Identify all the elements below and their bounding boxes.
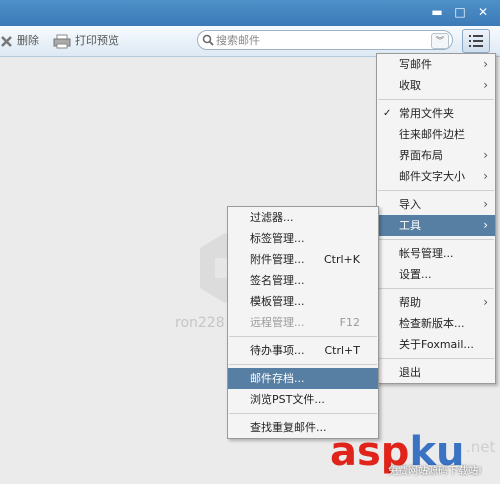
check-icon: ✓: [383, 108, 392, 119]
delete-label: 删除: [17, 34, 39, 47]
menu-item-label: 导入: [399, 198, 421, 211]
menu-item-settings[interactable]: 设置...: [377, 264, 495, 285]
menu-item-label: 模板管理...: [250, 295, 305, 308]
menu-item-label: 收取: [399, 79, 421, 92]
menu-item-label: 关于Foxmail...: [399, 338, 474, 351]
menu-item-label: 浏览PST文件...: [250, 393, 325, 406]
menu-item-about[interactable]: 关于Foxmail...: [377, 334, 495, 355]
menu-item-label: 待办事项...: [250, 344, 305, 357]
menu-item-remote-manage: 远程管理... F12: [228, 312, 378, 333]
watermark-subtitle: 免费网站源码下载站!: [388, 466, 483, 477]
menu-item-compose[interactable]: 写邮件 ›: [377, 54, 495, 75]
print-preview-button[interactable]: 打印预览: [53, 32, 119, 50]
menu-item-tag-manage[interactable]: 标签管理...: [228, 228, 378, 249]
menu-separator: [229, 413, 377, 414]
menu-item-tools[interactable]: 工具 ›: [377, 215, 495, 236]
delete-button[interactable]: 删除: [0, 32, 39, 50]
menu-separator: [378, 239, 494, 240]
menu-item-label: 常用文件夹: [399, 107, 454, 120]
menu-item-label: 远程管理...: [250, 316, 305, 329]
menu-item-label: 帮助: [399, 296, 421, 309]
menu-item-mail-archive[interactable]: 邮件存档...: [228, 368, 378, 389]
menu-item-common-folders[interactable]: ✓ 常用文件夹: [377, 103, 495, 124]
chevron-right-icon: ›: [483, 295, 488, 309]
menu-item-label: 签名管理...: [250, 274, 305, 287]
title-bar: ▬ □ ✕: [0, 0, 500, 26]
menu-item-exit[interactable]: 退出: [377, 362, 495, 383]
menu-item-label: 往来邮件边栏: [399, 128, 465, 141]
menu-item-label: 查找重复邮件...: [250, 421, 327, 434]
menu-item-account-manage[interactable]: 帐号管理...: [377, 243, 495, 264]
double-chevron-down-icon: ︾: [436, 36, 444, 45]
search-input[interactable]: [216, 31, 421, 49]
menu-item-label: 检查新版本...: [399, 317, 465, 330]
menu-item-receive[interactable]: 收取 ›: [377, 75, 495, 96]
menu-item-label: 写邮件: [399, 58, 432, 71]
menu-item-todo[interactable]: 待办事项... Ctrl+T: [228, 340, 378, 361]
main-menu-button[interactable]: [462, 29, 490, 53]
chevron-right-icon: ›: [483, 57, 488, 71]
maximize-button[interactable]: □: [451, 4, 469, 20]
menu-item-label: 过滤器...: [250, 211, 294, 224]
chevron-right-icon: ›: [483, 148, 488, 162]
menu-separator: [378, 99, 494, 100]
printer-icon: [53, 34, 71, 48]
main-menu: 写邮件 › 收取 › ✓ 常用文件夹 往来邮件边栏 界面布局 › 邮件文字大小 › 导入 ›…: [376, 53, 496, 384]
menu-item-label: 帐号管理...: [399, 247, 454, 260]
search-icon: [202, 34, 214, 46]
menu-item-label: 邮件文字大小: [399, 170, 465, 183]
menu-separator: [229, 364, 377, 365]
menu-item-label: 标签管理...: [250, 232, 305, 245]
watermark-text: ron228: [175, 315, 225, 331]
menu-item-signature-manage[interactable]: 签名管理...: [228, 270, 378, 291]
menu-separator: [229, 336, 377, 337]
menu-item-browse-pst[interactable]: 浏览PST文件...: [228, 389, 378, 410]
chevron-right-icon: ›: [483, 197, 488, 211]
menu-item-attachment-manage[interactable]: 附件管理... Ctrl+K: [228, 249, 378, 270]
watermark-net: .net: [466, 438, 496, 456]
menu-item-check-update[interactable]: 检查新版本...: [377, 313, 495, 334]
menu-item-label: 退出: [399, 366, 421, 379]
shortcut-text: Ctrl+K: [323, 253, 360, 266]
menu-item-text-size[interactable]: 邮件文字大小 ›: [377, 166, 495, 187]
menu-item-template-manage[interactable]: 模板管理...: [228, 291, 378, 312]
menu-item-import[interactable]: 导入 ›: [377, 194, 495, 215]
menu-item-label: 设置...: [399, 268, 432, 281]
search-box[interactable]: ︾: [197, 30, 453, 50]
minimize-button[interactable]: ▬: [428, 4, 446, 20]
delete-icon: [1, 35, 12, 47]
menu-item-label: 界面布局: [399, 149, 443, 162]
search-options-button[interactable]: ︾: [431, 33, 449, 49]
menu-item-help[interactable]: 帮助 ›: [377, 292, 495, 313]
menu-item-label: 附件管理...: [250, 253, 305, 266]
menu-item-label: 工具: [399, 219, 421, 232]
print-preview-label: 打印预览: [75, 34, 119, 47]
menu-separator: [378, 358, 494, 359]
menu-item-layout[interactable]: 界面布局 ›: [377, 145, 495, 166]
menu-item-filters[interactable]: 过滤器...: [228, 207, 378, 228]
menu-item-label: 邮件存档...: [250, 372, 305, 385]
chevron-right-icon: ›: [483, 169, 488, 183]
shortcut-text: F12: [339, 316, 360, 329]
close-button[interactable]: ✕: [474, 4, 492, 20]
chevron-right-icon: ›: [483, 218, 488, 232]
menu-icon: [469, 35, 483, 47]
shortcut-text: Ctrl+T: [324, 344, 360, 357]
menu-separator: [378, 190, 494, 191]
chevron-right-icon: ›: [483, 78, 488, 92]
tools-submenu: 过滤器... 标签管理... 附件管理... Ctrl+K 签名管理... 模板管…: [227, 206, 379, 439]
menu-separator: [378, 288, 494, 289]
menu-item-contact-sidebar[interactable]: 往来邮件边栏: [377, 124, 495, 145]
